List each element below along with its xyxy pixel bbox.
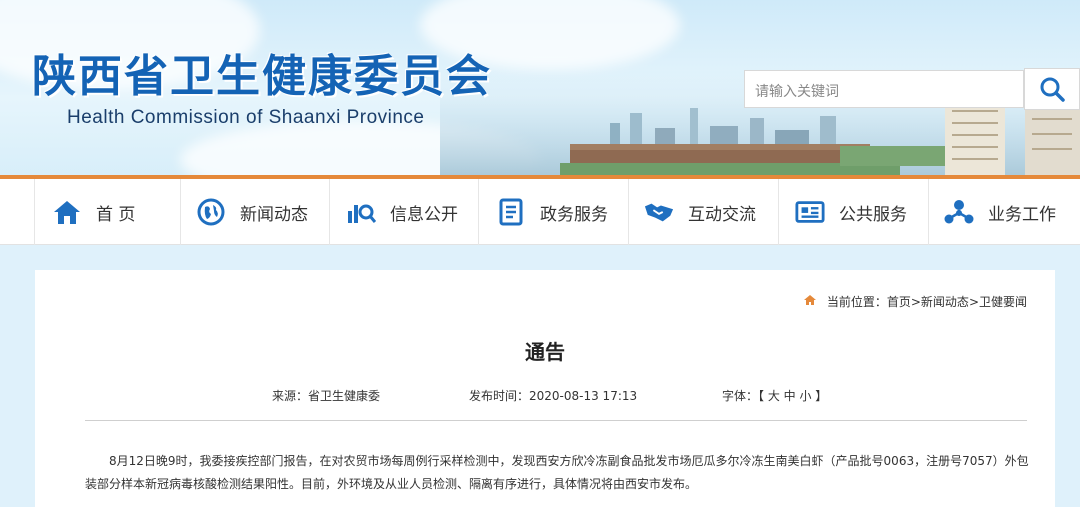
nav-item-label: 首 页 [96,204,136,225]
nav-divider [778,179,779,245]
meta-divider [85,420,1027,421]
nav-item-gov-services[interactable]: 政务服务 [496,179,608,245]
breadcrumb-link-health-news[interactable]: >卫健要闻 [969,293,1027,310]
breadcrumb: 当前位置： 首页 >新闻动态 >卫健要闻 [803,293,1027,310]
breadcrumb-link-home[interactable]: 首页 [887,293,911,310]
main-nav: 首 页 新闻动态 信息公开 政务服务 互动交流 公共服务 业务工作 [0,179,1080,245]
globe-icon [196,197,226,227]
nav-divider [628,179,629,245]
nav-item-label: 新闻动态 [240,204,308,225]
nav-item-label: 公共服务 [839,204,907,225]
network-icon [944,197,974,227]
nav-divider [478,179,479,245]
article-body: 8月12日晚9时，我委接疾控部门报告，在对农贸市场每周例行采样检测中，发现西安方… [85,454,1029,491]
nav-item-label: 信息公开 [390,204,458,225]
search-icon [1040,77,1065,102]
article-publish-time: 发布时间：2020-08-13 17:13 [469,389,638,403]
site-subtitle: Health Commission of Shaanxi Province [67,107,425,128]
breadcrumb-prefix: 当前位置： [826,295,887,309]
nav-item-info-disclosure[interactable]: 信息公开 [346,179,458,245]
font-size-switcher[interactable]: 字体：【 大 中 小 】 [722,387,827,404]
nav-divider [329,179,330,245]
article-source: 来源：省卫生健康委 [272,389,381,403]
article-panel: 当前位置： 首页 >新闻动态 >卫健要闻 通告 来源：省卫生健康委 发布时间：2… [35,270,1055,507]
nav-item-news[interactable]: 新闻动态 [196,179,308,245]
nav-item-interaction[interactable]: 互动交流 [644,179,756,245]
chart-search-icon [346,197,376,227]
home-icon [52,197,82,227]
breadcrumb-link-news[interactable]: >新闻动态 [911,293,969,310]
search-button[interactable] [1024,68,1080,110]
site-title: 陕西省卫生健康委员会 [32,51,492,102]
article-title: 通告 [525,340,565,364]
nav-item-label: 业务工作 [988,204,1056,225]
nav-item-public-services[interactable]: 公共服务 [795,179,907,245]
nav-divider [180,179,181,245]
nav-divider [34,179,35,245]
newspaper-icon [795,197,825,227]
nav-item-label: 互动交流 [688,204,756,225]
home-icon [803,294,817,309]
search-input[interactable]: 请输入关键词 [744,70,1024,108]
nav-divider [928,179,929,245]
handshake-icon [644,197,674,227]
nav-item-business[interactable]: 业务工作 [944,179,1056,245]
nav-item-home[interactable]: 首 页 [52,179,135,245]
nav-item-label: 政务服务 [540,204,608,225]
document-list-icon [496,197,526,227]
